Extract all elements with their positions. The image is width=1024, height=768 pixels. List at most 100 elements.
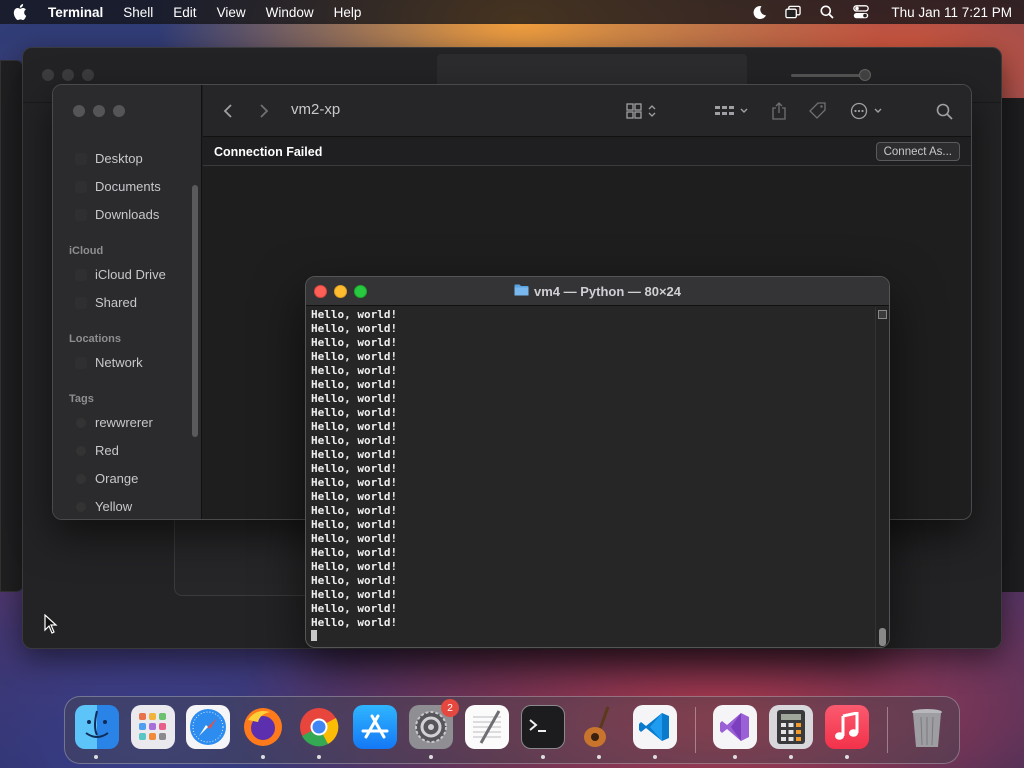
terminal-output-line: Hello, world!	[311, 504, 398, 517]
mouse-pointer-icon	[44, 613, 58, 634]
screen-mirroring-icon[interactable]	[785, 4, 802, 20]
sidebar-tag-red[interactable]: Red	[75, 443, 119, 458]
scrollbar-thumb[interactable]	[879, 628, 886, 646]
sidebar-item-label: rewwrerer	[95, 415, 153, 430]
scrollbar-split-handle[interactable]	[878, 310, 887, 319]
terminal-output-line: Hello, world!	[311, 448, 398, 461]
more-actions-icon[interactable]	[850, 101, 886, 121]
terminal-titlebar[interactable]: vm4 — Python — 80×24	[306, 277, 889, 306]
sidebar-item-label: Red	[95, 443, 119, 458]
group-by-icon[interactable]	[714, 101, 750, 121]
tag-icon[interactable]	[809, 101, 827, 121]
terminal-output-line: Hello, world!	[311, 588, 398, 601]
sidebar-tag-orange[interactable]: Orange	[75, 471, 138, 486]
sidebar-heading-tags: Tags	[69, 393, 94, 405]
finder-location-title: vm2-xp	[291, 101, 341, 118]
tag-dot-icon	[76, 501, 86, 512]
menu-bar: Terminal Shell Edit View Window Help Thu…	[0, 0, 1024, 24]
finder-toolbar: vm2-xp	[203, 85, 971, 137]
menu-help[interactable]: Help	[334, 5, 362, 20]
forward-chevron-icon[interactable]	[259, 101, 269, 121]
terminal-output-line: Hello, world!	[311, 406, 398, 419]
back-chevron-icon[interactable]	[223, 101, 233, 121]
moon-icon[interactable]	[751, 4, 767, 20]
dock-music-icon[interactable]	[825, 705, 869, 749]
menu-window[interactable]: Window	[266, 5, 314, 20]
terminal-prompt-line[interactable]	[311, 630, 876, 644]
background-minimize-button[interactable]	[62, 69, 74, 81]
menu-edit[interactable]: Edit	[173, 5, 196, 20]
menu-app-name[interactable]: Terminal	[48, 5, 103, 20]
sidebar-item-downloads[interactable]: Downloads	[75, 207, 159, 222]
sidebar-heading-icloud: iCloud	[69, 245, 104, 257]
network-icon	[75, 356, 87, 369]
sidebar-scrollbar[interactable]	[192, 185, 198, 437]
finder-close-button[interactable]	[73, 105, 85, 117]
background-volume-slider[interactable]	[791, 74, 865, 77]
running-indicator-visual-studio	[733, 755, 737, 759]
terminal-output-line: Hello, world!	[311, 574, 398, 587]
sidebar-item-label: Desktop	[95, 151, 143, 166]
apple-menu-icon[interactable]	[12, 4, 28, 20]
menu-view[interactable]: View	[217, 5, 246, 20]
dock-firefox-icon[interactable]	[241, 705, 285, 749]
running-indicator-finder	[94, 755, 98, 759]
terminal-window: vm4 — Python — 80×24 Hello, world! Hello,…	[305, 276, 890, 648]
connect-as-button[interactable]: Connect As...	[875, 142, 960, 161]
dock-app-store-icon[interactable]	[353, 705, 397, 749]
sidebar-item-label: Yellow	[95, 499, 133, 514]
connection-status-bar: Connection Failed Connect As...	[203, 138, 971, 166]
sidebar-item-label: Documents	[95, 179, 161, 194]
dock-textedit-icon[interactable]	[465, 705, 509, 749]
search-icon[interactable]	[936, 101, 953, 121]
terminal-output-line: Hello, world!	[311, 602, 398, 615]
dock-finder-icon[interactable]	[75, 705, 119, 749]
sidebar-tag-rewwrerer[interactable]: rewwrerer	[75, 415, 153, 430]
background-zoom-button[interactable]	[82, 69, 94, 81]
terminal-title-text: vm4 — Python — 80×24	[533, 284, 682, 299]
tag-dot-icon	[76, 473, 86, 484]
sidebar-item-icloud-drive[interactable]: iCloud Drive	[75, 267, 166, 282]
share-icon[interactable]	[771, 101, 787, 121]
view-grid-icon[interactable]	[626, 101, 658, 121]
menu-shell[interactable]: Shell	[123, 5, 153, 20]
dock-system-settings-icon[interactable]: 2	[409, 699, 459, 749]
sidebar-item-label: Downloads	[95, 207, 160, 222]
shared-folder-icon	[75, 296, 87, 309]
dock-vscode-icon[interactable]	[633, 705, 677, 749]
dock-calculator-icon[interactable]	[769, 705, 813, 749]
terminal-output-line: Hello, world!	[311, 378, 398, 391]
terminal-output-line: Hello, world!	[311, 392, 398, 405]
sidebar-item-label: Network	[95, 355, 143, 370]
sidebar-item-desktop[interactable]: Desktop	[75, 151, 143, 166]
dock-safari-icon[interactable]	[186, 705, 230, 749]
sidebar-item-network[interactable]: Network	[75, 355, 143, 370]
terminal-output-line: Hello, world!	[311, 434, 398, 447]
notification-badge: 2	[441, 699, 459, 717]
documents-icon	[75, 180, 87, 193]
dock-chrome-icon[interactable]	[297, 705, 341, 749]
background-close-button[interactable]	[42, 69, 54, 81]
terminal-scrollbar[interactable]	[875, 307, 889, 647]
background-volume-knob[interactable]	[859, 69, 871, 81]
dock-visual-studio-icon[interactable]	[713, 705, 757, 749]
menu-clock[interactable]: Thu Jan 11 7:21 PM	[891, 5, 1012, 20]
terminal-output-line: Hello, world!	[311, 476, 398, 489]
sidebar-item-shared[interactable]: Shared	[75, 295, 137, 310]
terminal-output-line: Hello, world!	[311, 364, 398, 377]
dock-trash-icon[interactable]	[905, 705, 949, 749]
sidebar-item-documents[interactable]: Documents	[75, 179, 161, 194]
dock-separator	[695, 707, 696, 753]
dock-terminal-icon[interactable]	[521, 705, 565, 749]
dock-garageband-icon[interactable]	[577, 705, 621, 749]
sidebar-tag-yellow[interactable]: Yellow	[75, 499, 132, 514]
terminal-output[interactable]: Hello, world! Hello, world! Hello, world! H…	[310, 308, 876, 647]
search-icon[interactable]	[819, 4, 835, 20]
tag-dot-icon	[76, 445, 86, 456]
control-center-icon[interactable]	[853, 4, 870, 20]
dock-launchpad-icon[interactable]	[131, 705, 175, 749]
cloud-icon	[75, 268, 87, 281]
finder-minimize-button[interactable]	[93, 105, 105, 117]
terminal-output-line: Hello, world!	[311, 560, 398, 573]
finder-zoom-button[interactable]	[113, 105, 125, 117]
